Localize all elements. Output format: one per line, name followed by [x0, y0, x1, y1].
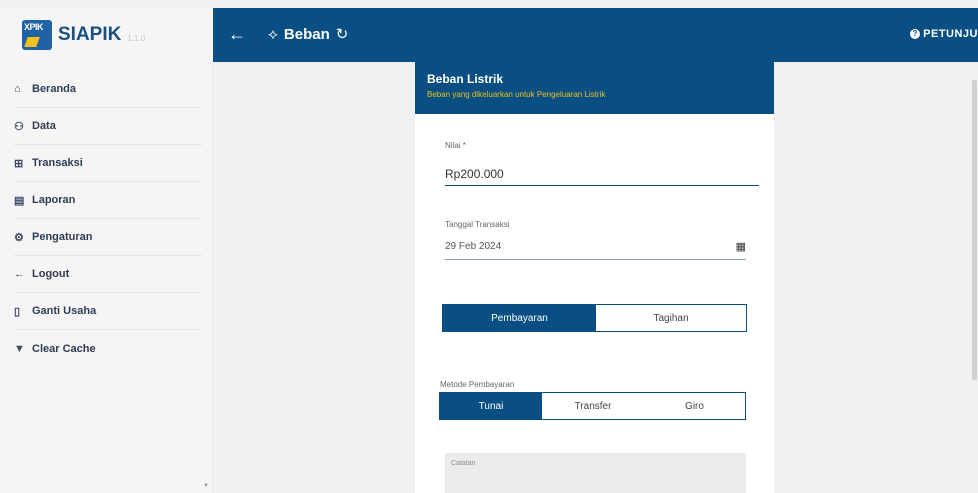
sidebar-item-label: Laporan [32, 194, 76, 206]
sidebar-item-data[interactable]: ⚇ Data [14, 108, 202, 145]
page-title: Beban [283, 25, 330, 43]
sidebar-item-pengaturan[interactable]: ⚙ Pengaturan [14, 219, 202, 256]
type-toggle: Pembayaran Tagihan [442, 304, 747, 332]
sidebar-item-label: Clear Cache [32, 342, 96, 355]
sidebar-item-beranda[interactable]: ⌂ Beranda [14, 71, 202, 108]
sidebar-item-clear-cache[interactable]: ▼ Clear Cache [14, 330, 202, 367]
calendar-icon[interactable]: ▦ [736, 240, 746, 253]
tanggal-value: 29 Feb 2024 [445, 241, 502, 252]
cart-icon: ⊞ [14, 157, 24, 170]
nilai-label: Nilai * [445, 141, 466, 150]
catatan-placeholder: Catatan [451, 460, 476, 467]
help-icon: ? [910, 29, 921, 39]
top-bar: XPIK SIAPIK 1.1.0 ← ⟡ Beban ↻ ? PETUNJU [0, 8, 978, 62]
brand-name: SIAPIK [58, 24, 122, 45]
page-scrollbar[interactable] [972, 80, 977, 380]
tanggal-label: Tanggal Transaksi [445, 220, 510, 229]
help-label: PETUNJU [923, 28, 978, 40]
logo-shape [24, 37, 40, 47]
form-header: Beban Listrik Beban yang dikeluarkan unt… [415, 62, 774, 114]
tag-icon: ⟡ [268, 25, 278, 43]
refresh-icon[interactable]: ↻ [336, 25, 349, 43]
nilai-input[interactable] [445, 162, 759, 186]
sidebar-item-ganti-usaha[interactable]: ▯ Ganti Usaha [14, 293, 202, 330]
sidebar-item-transaksi[interactable]: ⊞ Transaksi [14, 145, 202, 182]
sidebar-item-label: Logout [32, 268, 70, 280]
back-arrow-icon[interactable]: ← [228, 25, 246, 43]
arrow-left-icon: ← [14, 268, 25, 280]
logo: XPIK [22, 20, 52, 50]
tanggal-input[interactable]: 29 Feb 2024 ▦ [445, 234, 746, 260]
sidebar-item-logout[interactable]: ← Logout [14, 256, 202, 293]
sidebar-item-label: Beranda [32, 83, 77, 95]
form-card: Beban Listrik Beban yang dikeluarkan unt… [415, 62, 774, 493]
trash-icon: ▼ [14, 342, 25, 355]
sidebar: ⌂ Beranda ⚇ Data ⊞ Transaksi ▤ Laporan ⚙… [0, 62, 213, 493]
report-icon: ▤ [14, 194, 25, 207]
sidebar-item-laporan[interactable]: ▤ Laporan [14, 182, 202, 219]
sidebar-item-label: Pengaturan [32, 231, 93, 243]
home-icon: ⌂ [14, 83, 21, 95]
tab-tunai[interactable]: Tunai [440, 393, 542, 419]
tab-tagihan[interactable]: Tagihan [596, 305, 746, 331]
brand-version: 1.1.0 [127, 33, 146, 43]
tab-transfer[interactable]: Transfer [542, 393, 644, 419]
metode-toggle: Tunai Transfer Giro [439, 392, 746, 420]
sidebar-item-label: Transaksi [32, 157, 83, 169]
document-icon: ▯ [14, 305, 21, 318]
metode-label: Metode Pembayaran [440, 380, 515, 389]
form-title: Beban Listrik [427, 72, 504, 86]
form-subtitle: Beban yang dikeluarkan untuk Pengeluaran… [427, 90, 606, 99]
page-header: ⟡ Beban ↻ [268, 25, 349, 44]
gear-icon: ⚙ [14, 231, 24, 244]
logo-text: XPIK [24, 22, 44, 32]
users-icon: ⚇ [14, 120, 24, 133]
brand[interactable]: XPIK SIAPIK 1.1.0 [0, 8, 213, 62]
help-button[interactable]: ? PETUNJU [910, 28, 978, 40]
catatan-input[interactable]: Catatan [445, 453, 746, 493]
tab-giro[interactable]: Giro [644, 393, 745, 419]
sidebar-item-label: Data [32, 120, 56, 132]
sidebar-scroll-arrow-icon[interactable]: ▼ [203, 483, 209, 489]
app-window: XPIK SIAPIK 1.1.0 ← ⟡ Beban ↻ ? PETUNJU … [0, 0, 978, 493]
sidebar-item-label: Ganti Usaha [32, 305, 97, 317]
tab-pembayaran[interactable]: Pembayaran [443, 305, 596, 331]
